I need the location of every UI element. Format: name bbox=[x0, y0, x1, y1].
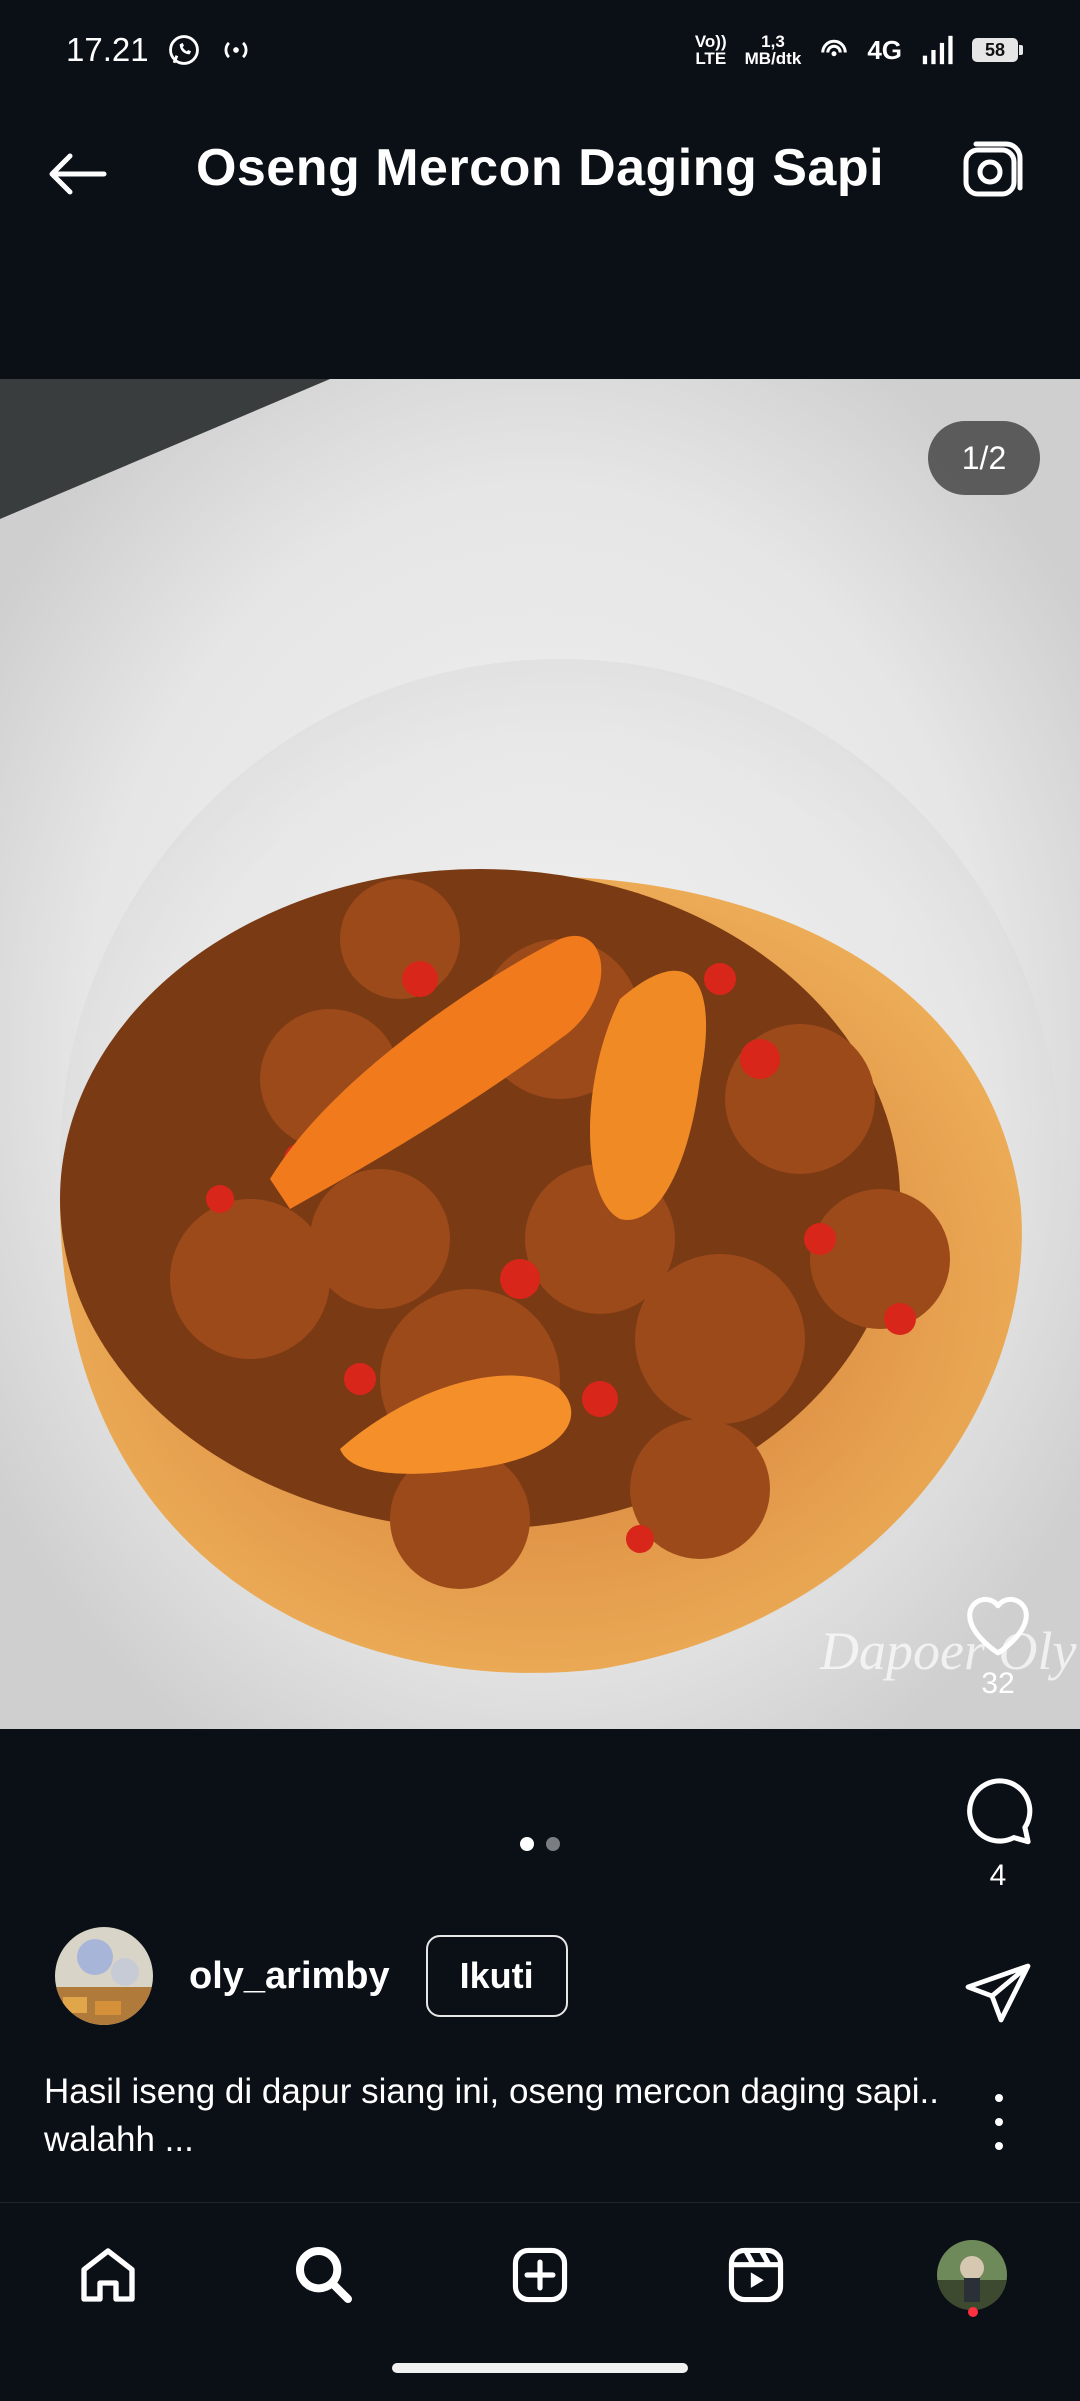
bottom-navigation bbox=[0, 2202, 1080, 2401]
reels-icon bbox=[728, 2247, 784, 2303]
camera-button[interactable] bbox=[954, 134, 1030, 210]
nav-create[interactable] bbox=[500, 2235, 580, 2315]
add-icon bbox=[512, 2247, 568, 2303]
volte-bottom: LTE bbox=[695, 49, 727, 68]
comment-button[interactable]: 4 bbox=[958, 1772, 1038, 1893]
author-avatar[interactable] bbox=[55, 1927, 153, 2025]
more-vertical-icon-dot bbox=[995, 2094, 1003, 2102]
nav-home[interactable] bbox=[68, 2235, 148, 2315]
signal-icon bbox=[922, 35, 953, 65]
home-icon bbox=[81, 2248, 135, 2302]
avatar-image bbox=[55, 1927, 153, 2025]
post-author: oly_arimby Ikuti bbox=[55, 1926, 568, 2026]
post-caption[interactable]: Hasil iseng di dapur siang ini, oseng me… bbox=[44, 2068, 944, 2164]
nav-profile[interactable] bbox=[932, 2235, 1012, 2315]
notification-dot bbox=[968, 2307, 978, 2317]
post-photo[interactable]: Dapoer Oly 1/2 bbox=[0, 379, 1080, 1729]
nav-reels[interactable] bbox=[716, 2235, 796, 2315]
profile-avatar bbox=[937, 2240, 1007, 2310]
volte-indicator: Vo)) LTE bbox=[695, 33, 727, 67]
data-speed: 1,3 MB/dtk bbox=[745, 33, 802, 67]
follow-button[interactable]: Ikuti bbox=[425, 1935, 568, 2017]
more-vertical-icon-dot bbox=[995, 2142, 1003, 2150]
battery-indicator: 58 bbox=[972, 38, 1023, 62]
carousel-dot bbox=[546, 1837, 560, 1851]
page-title: Oseng Mercon Daging Sapi bbox=[195, 139, 885, 197]
share-button[interactable] bbox=[958, 1960, 1038, 2031]
camera-icon bbox=[963, 141, 1023, 197]
speed-value: 1,3 bbox=[761, 32, 785, 51]
image-counter: 1/2 bbox=[928, 421, 1040, 495]
carousel-dot-active bbox=[520, 1837, 534, 1851]
home-indicator[interactable] bbox=[392, 2363, 688, 2373]
volte-top: Vo)) bbox=[694, 32, 727, 51]
like-button[interactable]: 32 bbox=[958, 1590, 1038, 1701]
heart-icon bbox=[967, 1596, 1029, 1656]
wifi-calling-icon bbox=[821, 39, 848, 57]
status-right: Vo)) LTE 1,3 MB/dtk 4G 58 bbox=[695, 33, 1023, 67]
more-options-button[interactable] bbox=[984, 2094, 1014, 2150]
comment-count: 4 bbox=[989, 1859, 1007, 1892]
paper-plane-icon bbox=[965, 1963, 1031, 2023]
status-left: 17.21 bbox=[66, 31, 253, 69]
status-bar: 17.21 Vo)) LTE 1,3 MB/dtk 4G 58 bbox=[0, 0, 1080, 100]
search-icon bbox=[296, 2247, 352, 2303]
status-time: 17.21 bbox=[66, 31, 149, 68]
carousel-dots bbox=[0, 1837, 1080, 1851]
food-photo: Dapoer Oly bbox=[0, 379, 1080, 1729]
top-bar: Oseng Mercon Daging Sapi bbox=[0, 100, 1080, 240]
more-vertical-icon-dot bbox=[995, 2118, 1003, 2126]
whatsapp-icon bbox=[168, 35, 199, 65]
nav-search[interactable] bbox=[284, 2235, 364, 2315]
like-count: 32 bbox=[981, 1667, 1015, 1700]
network-type: 4G bbox=[867, 34, 902, 65]
speed-unit: MB/dtk bbox=[744, 49, 802, 68]
author-username[interactable]: oly_arimby bbox=[189, 1955, 390, 1998]
hotspot-icon bbox=[224, 41, 248, 59]
profile-avatar-image bbox=[937, 2240, 1007, 2310]
